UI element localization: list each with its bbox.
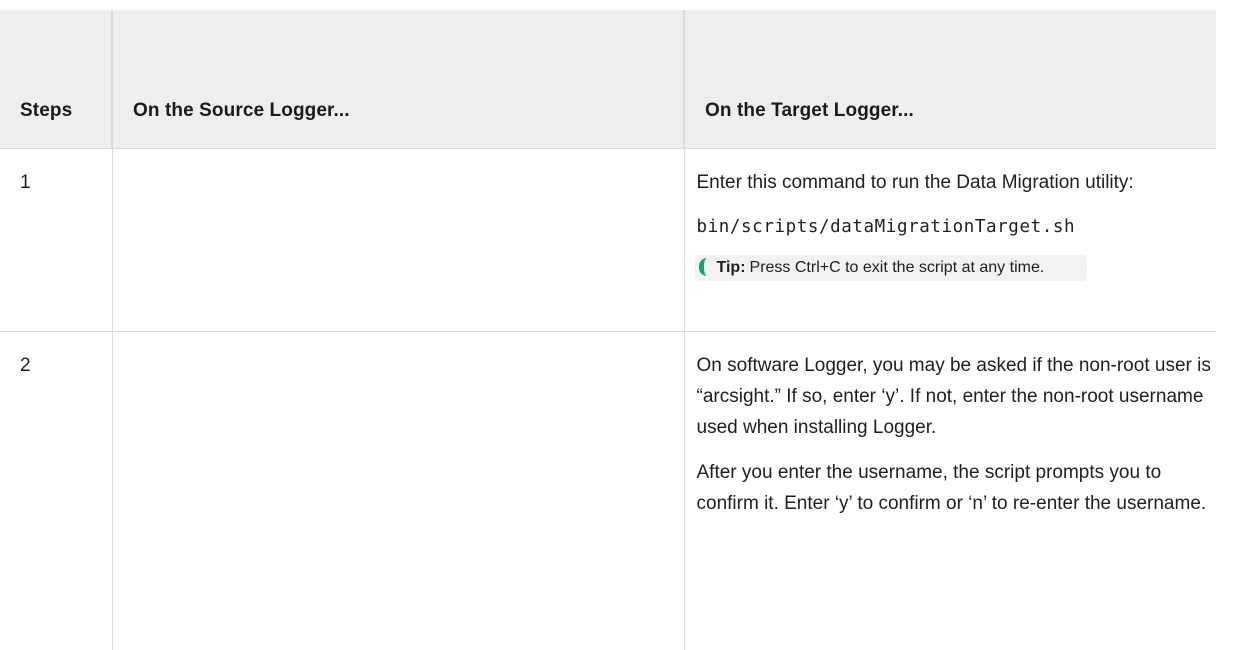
step-number-cell: 2 <box>0 332 112 650</box>
step-instruction: On software Logger, you may be asked if … <box>697 350 1217 443</box>
table-body: 1 Enter this command to run the Data Mig… <box>0 149 1216 650</box>
header-source-logger: On the Source Logger... <box>112 10 684 149</box>
source-logger-cell <box>112 332 684 650</box>
step-number-cell: 1 <box>0 149 112 332</box>
step-instruction-followup: After you enter the username, the script… <box>697 457 1217 519</box>
table-row: 2 On software Logger, you may be asked i… <box>0 332 1216 650</box>
header-steps: Steps <box>0 10 112 149</box>
tip-icon <box>699 258 707 276</box>
source-logger-cell <box>112 149 684 332</box>
target-logger-cell: Enter this command to run the Data Migra… <box>684 149 1216 332</box>
target-logger-cell: On software Logger, you may be asked if … <box>684 332 1216 650</box>
table-row: 1 Enter this command to run the Data Mig… <box>0 149 1216 332</box>
tip-text: Press Ctrl+C to exit the script at any t… <box>750 259 1045 276</box>
tip-callout: Tip:Press Ctrl+C to exit the script at a… <box>695 255 1087 281</box>
table-header-row: Steps On the Source Logger... On the Tar… <box>0 10 1216 149</box>
migration-steps-table: Steps On the Source Logger... On the Tar… <box>0 10 1216 650</box>
step-instruction: Enter this command to run the Data Migra… <box>697 167 1217 198</box>
table-header: Steps On the Source Logger... On the Tar… <box>0 10 1216 149</box>
tip-label: Tip: <box>717 259 746 276</box>
command-text: bin/scripts/dataMigrationTarget.sh <box>697 212 1217 243</box>
header-target-logger: On the Target Logger... <box>684 10 1216 149</box>
migration-steps-table-wrapper: Steps On the Source Logger... On the Tar… <box>0 10 1234 650</box>
